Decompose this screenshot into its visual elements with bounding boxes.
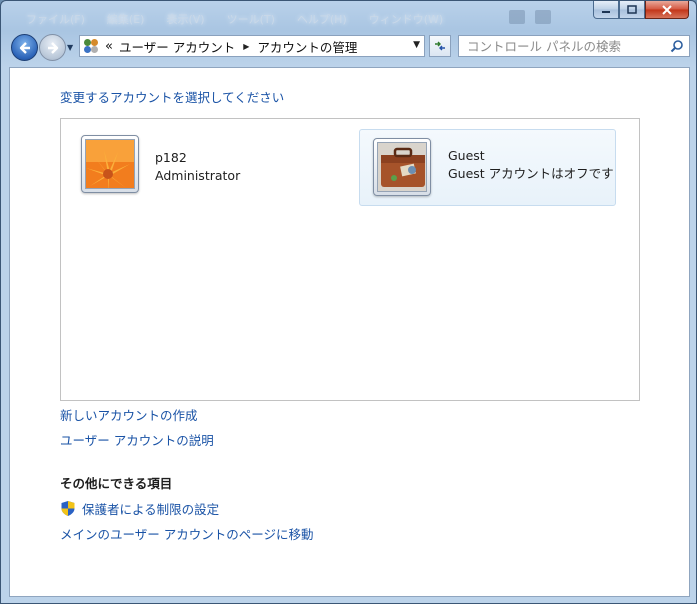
main-user-accounts-link[interactable]: メインのユーザー アカウントのページに移動 bbox=[60, 524, 313, 543]
menu-tools[interactable]: ツール(T) bbox=[216, 7, 286, 29]
back-button[interactable] bbox=[11, 34, 38, 61]
user-accounts-icon bbox=[83, 38, 99, 54]
maximize-icon bbox=[627, 5, 637, 14]
account-name: p182 bbox=[155, 150, 187, 165]
minimize-button[interactable] bbox=[593, 1, 619, 19]
account-type: Administrator bbox=[155, 168, 241, 183]
preview-pane-icon[interactable] bbox=[535, 10, 551, 24]
recent-pages-dropdown[interactable]: ▼ bbox=[67, 43, 73, 52]
suitcase-picture-icon bbox=[377, 142, 427, 192]
content-pane: 変更するアカウントを選択してください p182 Administrator Gu… bbox=[9, 67, 690, 597]
address-overflow-chevron[interactable]: « bbox=[105, 39, 113, 54]
toolbar-icons bbox=[509, 10, 551, 24]
breadcrumb-manage-accounts[interactable]: アカウントの管理 bbox=[257, 37, 357, 56]
menu-file[interactable]: ファイル(F) bbox=[15, 7, 96, 29]
menu-edit[interactable]: 編集(E) bbox=[96, 7, 156, 29]
create-account-link[interactable]: 新しいアカウントの作成 bbox=[60, 405, 198, 424]
refresh-button[interactable] bbox=[429, 35, 451, 57]
explorer-window: ファイル(F) 編集(E) 表示(V) ツール(T) ヘルプ(H) ウィンドウ(… bbox=[0, 0, 697, 604]
uac-shield-icon bbox=[61, 501, 75, 516]
menu-help[interactable]: ヘルプ(H) bbox=[286, 7, 358, 29]
breadcrumb-arrow-icon[interactable]: ▶ bbox=[243, 42, 249, 51]
account-name: Guest bbox=[448, 148, 485, 163]
back-arrow-icon bbox=[19, 41, 30, 54]
menu-view[interactable]: 表示(V) bbox=[155, 7, 215, 29]
search-input[interactable] bbox=[459, 36, 667, 56]
menu-window[interactable]: ウィンドウ(W) bbox=[358, 7, 454, 29]
account-list: p182 Administrator Guest Guest アカウントはオフで… bbox=[60, 118, 640, 401]
address-dropdown-icon[interactable]: ▼ bbox=[413, 40, 420, 50]
close-icon bbox=[662, 4, 672, 15]
forward-button[interactable] bbox=[39, 34, 66, 61]
breadcrumb-user-accounts[interactable]: ユーザー アカウント bbox=[119, 37, 235, 56]
minimize-icon bbox=[602, 10, 610, 13]
flower-picture-icon bbox=[85, 139, 135, 189]
layout-icon[interactable] bbox=[509, 10, 525, 24]
account-info: Guest Guest アカウントはオフです bbox=[448, 147, 614, 183]
parental-controls-link[interactable]: 保護者による制限の設定 bbox=[60, 499, 219, 518]
avatar bbox=[81, 135, 139, 193]
account-info: p182 Administrator bbox=[155, 149, 240, 185]
maximize-button[interactable] bbox=[619, 1, 645, 19]
page-heading: 変更するアカウントを選択してください bbox=[60, 90, 285, 105]
account-status: Guest アカウントはオフです bbox=[448, 166, 614, 181]
menu-bar: ファイル(F) 編集(E) 表示(V) ツール(T) ヘルプ(H) ウィンドウ(… bbox=[15, 7, 454, 29]
other-tasks-heading: その他にできる項目 bbox=[60, 476, 173, 491]
account-tile-guest[interactable]: Guest Guest アカウントはオフです bbox=[359, 129, 616, 206]
close-button[interactable] bbox=[645, 1, 689, 19]
avatar bbox=[373, 138, 431, 196]
account-tile-p182[interactable]: p182 Administrator bbox=[81, 135, 351, 212]
refresh-icon bbox=[435, 41, 445, 51]
search-icon[interactable] bbox=[670, 39, 684, 53]
window-controls bbox=[593, 1, 689, 19]
search-box bbox=[458, 35, 690, 57]
parental-controls-label: 保護者による制限の設定 bbox=[82, 502, 220, 517]
forward-arrow-icon bbox=[47, 41, 58, 54]
about-user-accounts-link[interactable]: ユーザー アカウントの説明 bbox=[60, 430, 214, 449]
address-bar[interactable]: « ユーザー アカウント ▶ アカウントの管理 ▼ bbox=[79, 35, 425, 57]
